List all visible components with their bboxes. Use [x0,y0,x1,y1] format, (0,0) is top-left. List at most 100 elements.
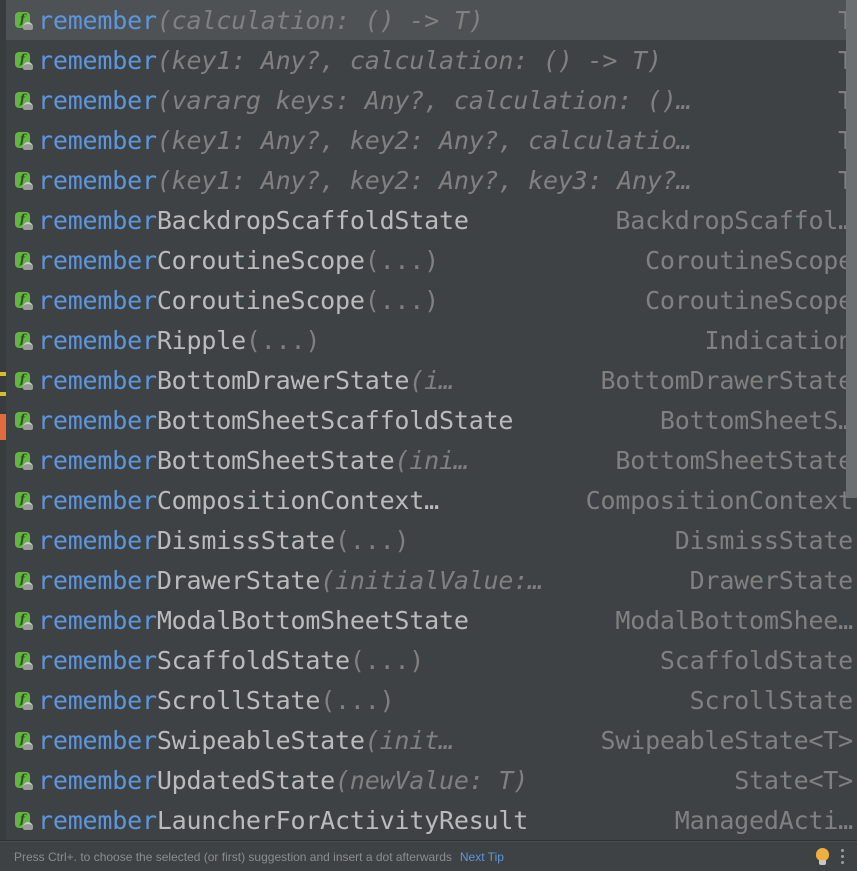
completion-item-type: ManagedActi… [674,805,853,835]
icon-badge [23,741,33,750]
code-completion-popup: fremember(calculation: () -> T)Tfremembe… [0,0,857,871]
completion-item-type: DrawerState [689,565,854,595]
completion-item-matched-prefix: remember [38,85,157,115]
function-icon: f [14,771,33,790]
completion-item-matched-prefix: remember [38,165,157,195]
icon-badge [23,821,33,830]
completion-item[interactable]: f rememberLauncherForActivityResult Manage… [6,800,857,840]
completion-item-label: rememberCoroutineScope(...) [38,286,627,315]
completion-item-type: BottomSheetState [615,445,853,475]
function-icon: f [14,491,33,510]
completion-item[interactable]: f remember(vararg keys: Any?, calculation… [6,80,857,120]
completion-item-params: (vararg keys: Any?, calculation: ()… [156,85,692,115]
next-tip-link[interactable]: Next Tip [460,850,504,864]
completion-item-name: BackdropScaffoldState [156,205,469,235]
icon-badge [23,221,33,230]
function-icon: f [14,611,33,630]
function-icon: f [14,411,33,430]
completion-item-name: ScaffoldState [156,645,350,675]
completion-item[interactable]: f rememberBackdropScaffoldState BackdropSc… [6,200,857,240]
completion-item-label: remember(key1: Any?, key2: Any?, calcula… [38,126,820,155]
completion-item-matched-prefix: remember [38,125,157,155]
icon-badge [23,261,33,270]
completion-item-name: LauncherForActivityResult [156,805,529,835]
function-icon: f [14,731,33,750]
completion-item[interactable]: f rememberDrawerState(initialValue:… Drawe… [6,560,857,600]
function-icon: f [14,811,33,830]
kebab-menu-icon[interactable] [841,849,845,865]
completion-item-matched-prefix: remember [38,245,157,275]
completion-item-matched-prefix: remember [38,205,157,235]
function-icon: f [14,371,33,390]
completion-item[interactable]: f rememberBottomSheetScaffoldState BottomS… [6,400,857,440]
completion-item-params: (newValue: T) [335,765,529,795]
completion-item-matched-prefix: remember [38,605,157,635]
scrollbar-thumb[interactable] [846,0,857,498]
completion-item-matched-prefix: remember [38,325,157,355]
completion-item-params: (...) [364,285,439,315]
lightbulb-icon[interactable] [816,848,829,865]
vertical-scrollbar[interactable] [844,0,857,840]
completion-item-label: rememberBottomDrawerState(i… [38,366,583,395]
completion-item-type: CompositionContext [585,485,854,515]
completion-item[interactable]: f remember(key1: Any?, key2: Any?, calcul… [6,120,857,160]
completion-item[interactable]: f rememberCoroutineScope(...) CoroutineSco… [6,280,857,320]
completion-item[interactable]: f remember(key1: Any?, key2: Any?, key3: … [6,160,857,200]
warning-mark[interactable] [0,392,6,396]
completion-list-viewport[interactable]: fremember(calculation: () -> T)Tfremembe… [0,0,857,841]
completion-item-params: (...) [364,245,439,275]
function-icon: f [14,251,33,270]
completion-item-matched-prefix: remember [38,45,157,75]
completion-item-name: DrawerState [156,565,321,595]
warning-mark[interactable] [0,372,6,376]
completion-item-matched-prefix: remember [38,525,157,555]
error-mark[interactable] [0,414,6,440]
completion-item-label: rememberRipple(...) [38,326,686,355]
completion-item[interactable]: f rememberBottomDrawerState(i… BottomDrawe… [6,360,857,400]
completion-item-type: State<T> [734,765,853,795]
completion-item-type: ScaffoldState [659,645,853,675]
icon-badge [23,181,33,190]
completion-item-name: ScrollState [156,685,321,715]
status-bar-actions [816,848,849,865]
completion-item-type: SwipeableState<T> [600,725,854,755]
completion-item-params: (calculation: () -> T) [156,5,484,35]
completion-item-params: (init… [364,725,454,755]
completion-item[interactable]: f remember(key1: Any?, calculation: () ->… [6,40,857,80]
function-icon: f [14,531,33,550]
function-icon: f [14,211,33,230]
completion-item[interactable]: f rememberScrollState(...) ScrollState [6,680,857,720]
completion-item-name: UpdatedState [156,765,336,795]
completion-list[interactable]: fremember(calculation: () -> T)Tfremembe… [0,0,857,840]
completion-item-params: (key1: Any?, key2: Any?, calculatio… [156,125,692,155]
icon-badge [23,101,33,110]
completion-item[interactable]: f rememberDismissState(...) DismissState [6,520,857,560]
completion-item[interactable]: f rememberCoroutineScope(...) CoroutineSco… [6,240,857,280]
completion-item[interactable]: f rememberScaffoldState(...) ScaffoldState [6,640,857,680]
function-icon: f [14,131,33,150]
completion-item-name: BottomSheetScaffoldState [156,405,514,435]
completion-item[interactable]: f rememberCompositionContext… CompositionC… [6,480,857,520]
completion-item[interactable]: f rememberModalBottomSheetState ModalBotto… [6,600,857,640]
completion-item[interactable]: f rememberBottomSheetState(ini… BottomShee… [6,440,857,480]
completion-item-params: (...) [349,645,425,675]
completion-item-matched-prefix: remember [38,405,157,435]
completion-item-label: rememberBackdropScaffoldState [38,206,597,235]
icon-badge [23,621,33,630]
completion-item-name: CoroutineScope [156,285,365,315]
completion-item-name: BottomSheetState [156,445,395,475]
completion-item-label: rememberScaffoldState(...) [38,646,642,675]
icon-badge [23,141,33,150]
completion-item-params: (key1: Any?, calculation: () -> T) [156,45,662,75]
completion-item[interactable]: f rememberRipple(...) Indication [6,320,857,360]
completion-item-type: ScrollState [689,685,854,715]
function-icon: f [14,571,33,590]
completion-item[interactable]: f rememberUpdatedState(newValue: T) State<… [6,760,857,800]
completion-item-label: rememberCoroutineScope(...) [38,246,627,275]
completion-status-bar: Press Ctrl+. to choose the selected (or … [0,841,857,871]
completion-item[interactable]: fremember(calculation: () -> T)T [6,0,857,40]
completion-item-label: rememberCompositionContext… [38,486,568,515]
icon-badge [23,541,33,550]
completion-item[interactable]: f rememberSwipeableState(init… SwipeableSt… [6,720,857,760]
completion-item-matched-prefix: remember [38,685,157,715]
